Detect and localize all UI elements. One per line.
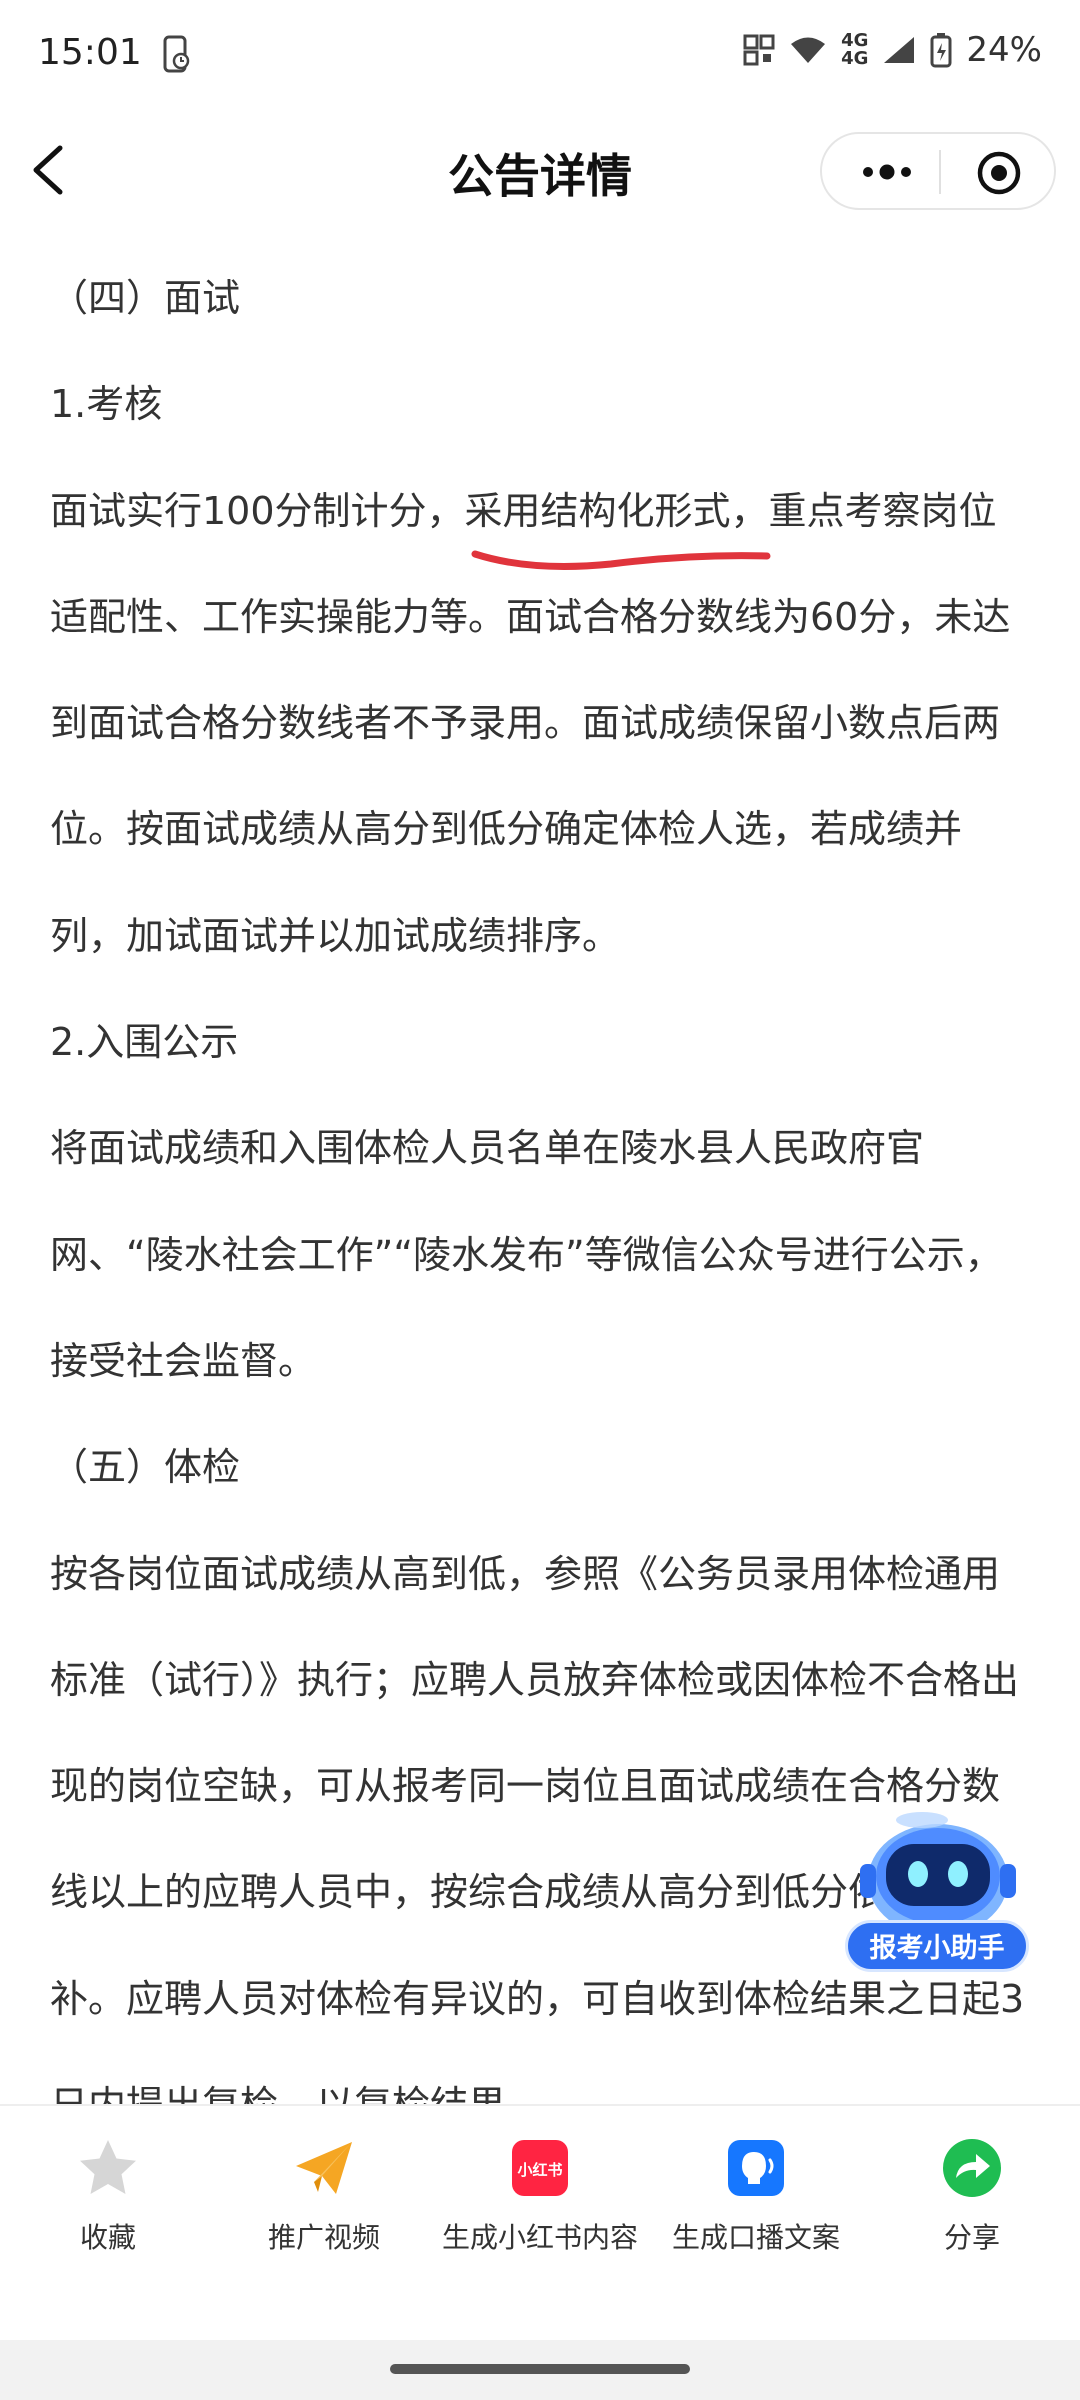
highlighted-text: 采用结构化形式，	[464, 488, 769, 533]
exam-assistant-button[interactable]: 报考小助手	[842, 1798, 1034, 1978]
network-type: 4G 4G	[841, 30, 869, 69]
status-indicators: 4G 4G 24%	[743, 30, 1042, 70]
red-underline-annotation	[471, 550, 771, 570]
xiaohongshu-button[interactable]: 小红书 生成小红书内容	[432, 2136, 648, 2256]
svg-text:小红书: 小红书	[517, 2161, 562, 2179]
paper-plane-icon	[296, 2142, 352, 2194]
paragraph: 将面试成绩和入围体检人员名单在陵水县人民政府官网、“陵水社会工作”“陵水发布”等…	[50, 1126, 1003, 1383]
share-label: 分享	[943, 2221, 1000, 2254]
home-gesture-bar[interactable]	[390, 2364, 690, 2374]
paragraph: 面试实行100分制计分，采用结构化形式， 重点考察岗位适配性、工作实操能力等。面试…	[50, 458, 1030, 989]
bottom-action-bar: 收藏 推广视频 小红书 生成小红书内容 生成口播文案 分享	[0, 2104, 1080, 2342]
miniprogram-capsule	[820, 132, 1056, 210]
star-icon	[80, 2140, 136, 2194]
close-target-icon[interactable]	[974, 148, 1024, 198]
subsection-heading: 2.入围公示	[50, 1020, 239, 1065]
status-bar: 15:01 4G 4G 24%	[0, 0, 1080, 110]
paragraph-text: 面试实行100分制计分，	[50, 488, 465, 533]
speaker-icon	[728, 2140, 784, 2196]
voiceover-script-button[interactable]: 生成口播文案	[648, 2136, 864, 2256]
battery-icon	[930, 33, 952, 68]
xiaohongshu-icon: 小红书	[512, 2140, 568, 2196]
more-icon[interactable]	[852, 152, 922, 192]
xiaohongshu-label: 生成小红书内容	[441, 2221, 638, 2254]
favorite-label: 收藏	[79, 2221, 136, 2254]
nav-bar: 公告详情	[0, 110, 1080, 230]
favorite-button[interactable]: 收藏	[0, 2136, 216, 2256]
robot-mascot-icon	[860, 1812, 1016, 1936]
highlighted-phrase: 采用结构化形式，	[464, 458, 771, 570]
promo-video-button[interactable]: 推广视频	[216, 2136, 432, 2256]
share-icon	[943, 2139, 1001, 2197]
qr-nfc-icon	[743, 34, 775, 66]
signal-icon	[884, 37, 915, 63]
section-heading: （四）面试	[50, 276, 241, 320]
phone-sync-icon	[163, 35, 190, 73]
promo-video-label: 推广视频	[267, 2221, 380, 2254]
share-button[interactable]: 分享	[864, 2136, 1080, 2256]
wifi-icon	[791, 37, 826, 63]
voiceover-label: 生成口播文案	[671, 2221, 840, 2254]
assistant-label: 报考小助手	[845, 1920, 1029, 1972]
section-heading: （五）体检	[50, 1445, 241, 1490]
capsule-divider	[939, 150, 941, 194]
system-gesture-area	[0, 2340, 1080, 2400]
battery-level: 24%	[966, 30, 1042, 70]
status-time: 15:01	[38, 32, 142, 73]
subsection-heading: 1.考核	[50, 382, 163, 427]
